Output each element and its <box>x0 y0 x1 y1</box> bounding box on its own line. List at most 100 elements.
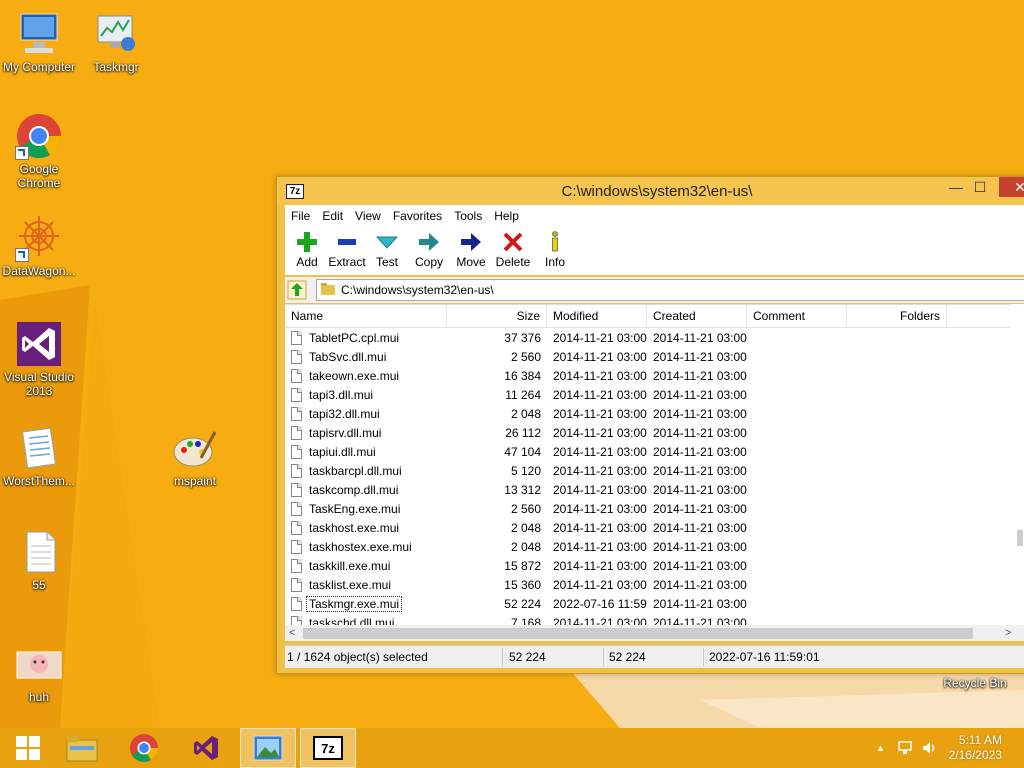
file-row[interactable]: taskhost.exe.mui 2 048 2014-11-21 03:00 201… <box>285 519 1024 538</box>
file-created: 2014-11-21 03:00 <box>653 483 747 497</box>
menu-edit[interactable]: Edit <box>316 205 349 223</box>
volume-icon[interactable] <box>921 740 937 756</box>
scroll-left-arrow-icon[interactable]: < <box>289 625 295 641</box>
file-name: taskkill.exe.mui <box>309 559 391 573</box>
column-size[interactable]: Size <box>447 305 547 327</box>
file-modified: 2014-11-21 03:00 <box>553 350 647 364</box>
show-hidden-icons-button[interactable]: ▲ <box>876 743 885 753</box>
taskbar-file-explorer[interactable] <box>54 728 110 768</box>
desktop-icon-datawagon[interactable]: DataWagon... <box>1 214 77 278</box>
file-modified: 2014-11-21 03:00 <box>553 369 647 383</box>
file-icon <box>291 540 302 554</box>
file-created: 2014-11-21 03:00 <box>653 388 747 402</box>
file-row[interactable]: tapi3.dll.mui 11 264 2014-11-21 03:00 2014-… <box>285 386 1024 405</box>
file-rows: TabletPC.cpl.mui 37 376 2014-11-21 03:00 20… <box>285 329 1024 633</box>
file-modified: 2014-11-21 03:00 <box>553 464 647 478</box>
file-row[interactable]: tapiui.dll.mui 47 104 2014-11-21 03:00 2014… <box>285 443 1024 462</box>
file-created: 2014-11-21 03:00 <box>653 445 747 459</box>
column-created[interactable]: Created <box>647 305 747 327</box>
menu-file[interactable]: File <box>285 205 316 223</box>
menu-favorites[interactable]: Favorites <box>387 205 448 223</box>
taskbar-clock[interactable]: 5:11 AM 2/16/2023 <box>949 733 1002 763</box>
desktop-icon-visual-studio[interactable]: Visual Studio 2013 <box>1 320 77 398</box>
maximize-button[interactable]: ☐ <box>965 177 995 197</box>
column-comment[interactable]: Comment <box>747 305 847 327</box>
vertical-scroll-thumb[interactable] <box>1017 530 1023 546</box>
address-field[interactable]: C:\windows\system32\en-us\ <box>316 279 1024 301</box>
file-size: 5 120 <box>510 464 541 478</box>
file-created: 2014-11-21 03:00 <box>653 578 747 592</box>
file-row[interactable]: takeown.exe.mui 16 384 2014-11-21 03:00 201… <box>285 367 1024 386</box>
status-modified: 2022-07-16 11:59:01 <box>709 650 820 664</box>
menu-help[interactable]: Help <box>488 205 525 223</box>
file-name: taskcomp.dll.mui <box>309 483 399 497</box>
close-button[interactable]: ✕ <box>999 177 1024 197</box>
taskbar-chrome[interactable] <box>116 728 172 768</box>
clock-time: 5:11 AM <box>958 733 1002 747</box>
desktop-icon-google-chrome[interactable]: Google Chrome <box>1 112 77 190</box>
file-size: 37 376 <box>504 331 541 345</box>
notepad-icon <box>15 424 63 472</box>
add-label: Add <box>296 255 318 269</box>
column-folders[interactable]: Folders <box>847 305 947 327</box>
file-row[interactable]: taskkill.exe.mui 15 872 2014-11-21 03:00 20… <box>285 557 1024 576</box>
menu-view[interactable]: View <box>349 205 387 223</box>
toolbar: Add Extract Test Copy Move Delete Info <box>285 227 1024 275</box>
7zip-window[interactable]: 7z C:\windows\system32\en-us\ — ☐ ✕ File… <box>276 176 1024 674</box>
file-row[interactable]: tasklist.exe.mui 15 360 2014-11-21 03:00 20… <box>285 576 1024 595</box>
file-list[interactable]: Name Size Modified Created Comment Folde… <box>285 304 1024 635</box>
file-row[interactable]: tapi32.dll.mui 2 048 2014-11-21 03:00 2014-… <box>285 405 1024 424</box>
column-name[interactable]: Name <box>285 305 447 327</box>
file-row[interactable]: TabletPC.cpl.mui 37 376 2014-11-21 03:00 20… <box>285 329 1024 348</box>
vertical-scrollbar[interactable] <box>1011 304 1024 624</box>
desktop-icon-worsttheme[interactable]: WorstThem... <box>1 424 77 488</box>
file-row[interactable]: tapisrv.dll.mui 26 112 2014-11-21 03:00 201… <box>285 424 1024 443</box>
network-icon[interactable] <box>897 740 913 756</box>
file-created: 2014-11-21 03:00 <box>653 464 747 478</box>
taskbar-7zip[interactable]: 7z <box>300 728 356 768</box>
file-row[interactable]: taskcomp.dll.mui 13 312 2014-11-21 03:00 20… <box>285 481 1024 500</box>
extract-button[interactable]: Extract <box>325 231 369 269</box>
file-name: taskhost.exe.mui <box>309 521 400 535</box>
desktop-icon-label: WorstThem... <box>3 474 75 488</box>
scroll-right-arrow-icon[interactable]: > <box>1005 625 1011 641</box>
file-row[interactable]: TabSvc.dll.mui 2 560 2014-11-21 03:00 2014-… <box>285 348 1024 367</box>
horizontal-scroll-thumb[interactable] <box>303 628 973 639</box>
file-size: 2 560 <box>510 502 541 516</box>
desktop-icon-mspaint[interactable]: mspaint <box>157 424 233 488</box>
file-row[interactable]: TaskEng.exe.mui 2 560 2014-11-21 03:00 2014… <box>285 500 1024 519</box>
test-button[interactable]: Test <box>365 231 409 269</box>
file-icon <box>291 331 302 345</box>
file-size: 15 872 <box>504 559 541 573</box>
desktop-icon-recycle-bin[interactable]: Recycle Bin <box>937 676 1013 690</box>
file-size: 2 048 <box>510 521 541 535</box>
desktop-icon-55[interactable]: 55 <box>1 528 77 592</box>
column-modified[interactable]: Modified <box>547 305 647 327</box>
file-row[interactable]: taskhostex.exe.mui 2 048 2014-11-21 03:00 2… <box>285 538 1024 557</box>
up-folder-button[interactable] <box>287 280 307 300</box>
image-file-icon <box>15 640 63 688</box>
taskbar-visual-studio[interactable] <box>178 728 234 768</box>
copy-button[interactable]: Copy <box>407 231 451 269</box>
file-row[interactable]: Taskmgr.exe.mui 52 224 2022-07-16 11:59 201… <box>285 595 1024 614</box>
file-modified: 2014-11-21 03:00 <box>553 483 647 497</box>
delete-button[interactable]: Delete <box>491 231 535 269</box>
taskbar-photo-viewer[interactable] <box>240 728 296 768</box>
menu-tools[interactable]: Tools <box>448 205 488 223</box>
desktop-icon-huh[interactable]: huh <box>1 640 77 704</box>
start-icon <box>16 736 40 760</box>
file-size: 52 224 <box>504 597 541 611</box>
file-size: 2 048 <box>510 540 541 554</box>
add-button[interactable]: Add <box>285 231 329 269</box>
desktop-icon-taskmgr[interactable]: Taskmgr <box>78 10 154 74</box>
file-row[interactable]: taskbarcpl.dll.mui 5 120 2014-11-21 03:00 2… <box>285 462 1024 481</box>
file-created: 2014-11-21 03:00 <box>653 407 747 421</box>
desktop-icon-my-computer[interactable]: My Computer <box>1 10 77 74</box>
desktop-icon-label: DataWagon... <box>2 264 76 278</box>
info-button[interactable]: Info <box>533 231 577 269</box>
start-button[interactable] <box>0 728 56 768</box>
move-button[interactable]: Move <box>449 231 493 269</box>
title-bar[interactable]: 7z C:\windows\system32\en-us\ — ☐ ✕ <box>277 177 1024 205</box>
horizontal-scrollbar[interactable]: < > <box>285 625 1024 641</box>
desktop-icon-label: huh <box>28 690 50 704</box>
